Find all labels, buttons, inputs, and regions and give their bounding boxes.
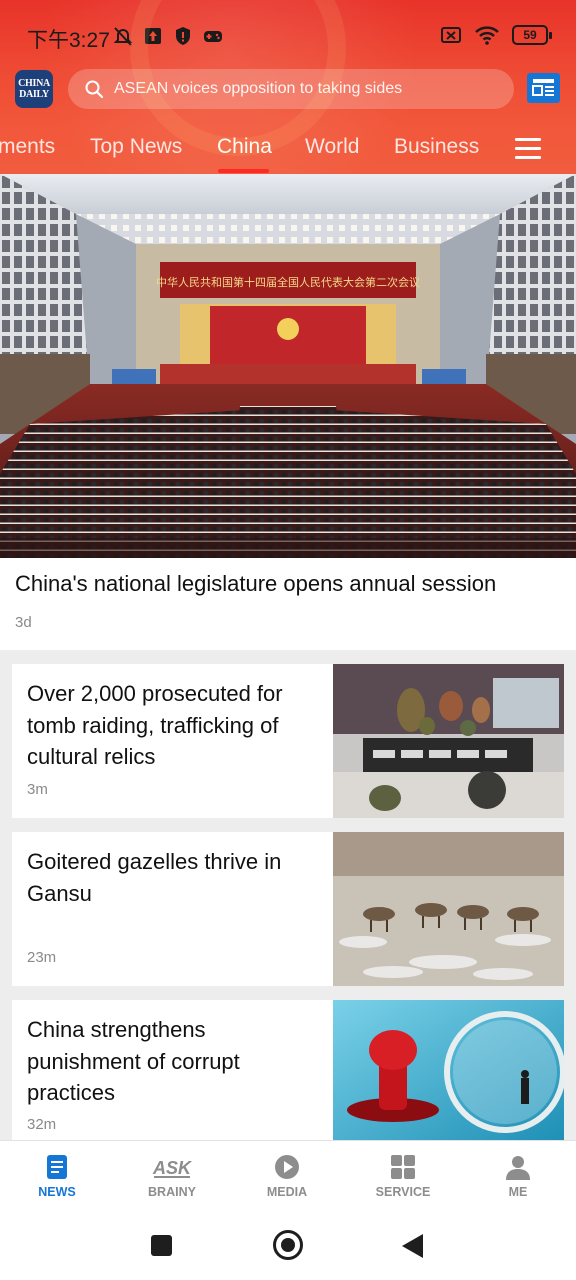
ask-icon: ASK <box>152 1158 192 1178</box>
nav-label: NEWS <box>38 1185 76 1199</box>
nav-media[interactable]: MEDIA <box>237 1153 337 1199</box>
newspaper-button[interactable] <box>527 73 560 103</box>
tab-business[interactable]: Business <box>394 135 479 159</box>
hero-time: 3d <box>15 614 32 631</box>
svg-text:ASK: ASK <box>152 1158 192 1178</box>
menu-icon[interactable] <box>515 138 541 162</box>
app-header: 下午3:27 59 CHINA DAILY ASEAN voices oppos… <box>0 0 576 174</box>
hero-story[interactable]: 中华人民共和国第十四届全国人民代表大会第二次会议 China's nationa… <box>0 174 576 650</box>
search-placeholder: ASEAN voices opposition to taking sides <box>114 80 403 97</box>
story-card[interactable]: Goitered gazelles thrive in Gansu 23m <box>12 832 564 986</box>
story-card[interactable]: China strengthens punishment of corrupt … <box>12 1000 564 1140</box>
nav-me[interactable]: ME <box>468 1153 568 1199</box>
system-navigation-bar <box>0 1212 576 1280</box>
nav-label: MEDIA <box>266 1185 308 1199</box>
gamepad-icon <box>204 31 222 42</box>
nav-label: BRAINY <box>148 1185 196 1199</box>
story-title[interactable]: Over 2,000 prosecuted for tomb raiding, … <box>27 678 317 773</box>
tab-china[interactable]: China <box>217 135 272 159</box>
tab-top-news[interactable]: Top News <box>90 135 182 159</box>
nav-service[interactable]: SERVICE <box>353 1153 453 1199</box>
story-card[interactable]: Over 2,000 prosecuted for tomb raiding, … <box>12 664 564 818</box>
story-time: 3m <box>27 781 48 798</box>
recents-button[interactable] <box>151 1235 172 1256</box>
back-button[interactable] <box>402 1234 423 1258</box>
newspaper-icon <box>532 79 554 96</box>
story-thumbnail-seal <box>333 1000 564 1140</box>
active-tab-indicator <box>218 169 269 173</box>
story-time: 23m <box>27 949 57 966</box>
story-thumbnail-gazelles <box>333 832 564 986</box>
nav-brainy[interactable]: ASK BRAINY <box>122 1153 222 1199</box>
nav-label: SERVICE <box>375 1185 431 1199</box>
upload-icon <box>145 28 161 44</box>
tab-comments[interactable]: ments <box>0 135 55 159</box>
home-button[interactable] <box>273 1230 303 1260</box>
search-icon <box>85 80 104 99</box>
search-bar[interactable]: ASEAN voices opposition to taking sides <box>68 69 514 109</box>
person-icon <box>506 1156 530 1180</box>
sim-off-icon <box>441 27 461 43</box>
play-icon <box>275 1155 299 1179</box>
grid-icon <box>391 1155 415 1179</box>
mute-bell-icon <box>113 27 133 46</box>
story-thumbnail-relics <box>333 664 564 818</box>
category-tabs: ments Top News China World Business <box>0 130 576 174</box>
tab-world[interactable]: World <box>305 135 359 159</box>
shield-icon <box>176 27 190 45</box>
hero-image: 中华人民共和国第十四届全国人民代表大会第二次会议 <box>0 174 576 558</box>
nav-news[interactable]: NEWS <box>7 1153 107 1199</box>
bottom-navigation: NEWS ASK BRAINY MEDIA SERVICE ME <box>0 1140 576 1212</box>
story-title[interactable]: Goitered gazelles thrive in Gansu <box>27 846 317 909</box>
story-time: 32m <box>27 1116 57 1133</box>
story-title[interactable]: China strengthens punishment of corrupt … <box>27 1014 317 1109</box>
status-bar: 下午3:27 59 <box>0 0 576 70</box>
nav-label: ME <box>508 1185 528 1199</box>
hero-title[interactable]: China's national legislature opens annua… <box>15 571 496 597</box>
hero-banner-text: 中华人民共和国第十四届全国人民代表大会第二次会议 <box>156 275 420 289</box>
china-daily-logo[interactable]: CHINA DAILY <box>15 70 53 108</box>
wifi-icon <box>475 26 499 45</box>
battery-icon: 59 <box>512 25 552 45</box>
news-icon <box>47 1155 67 1179</box>
status-time: 下午3:27 <box>27 29 110 52</box>
